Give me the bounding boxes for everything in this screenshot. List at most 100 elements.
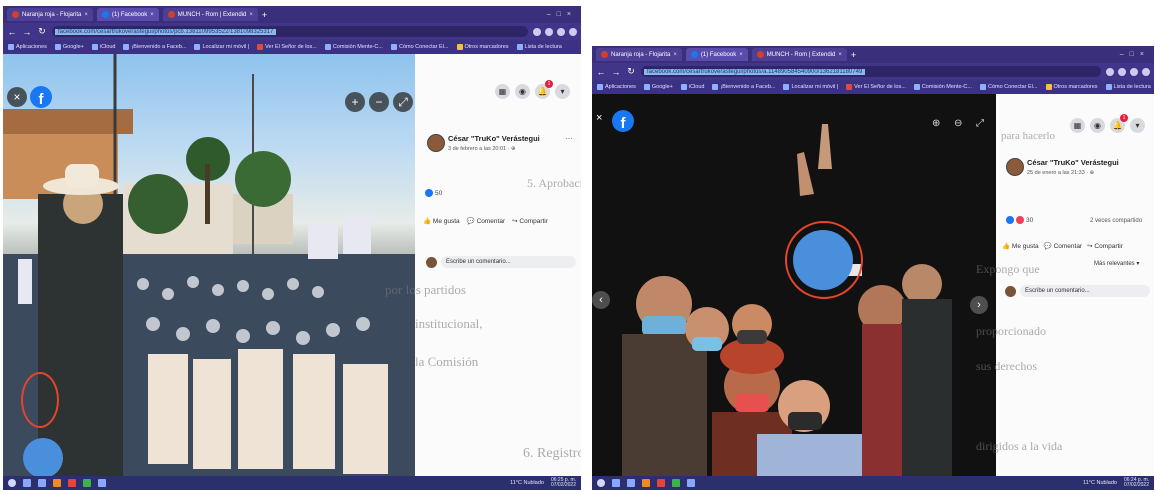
comment-input[interactable]: Escribe un comentario... <box>441 256 576 268</box>
bookmark-item[interactable]: Google+ <box>54 44 84 50</box>
close-tab-icon[interactable]: × <box>249 12 253 18</box>
system-clock[interactable]: 06:25 p. m. 07/02/2022 <box>551 477 576 489</box>
browser-tab-facebook[interactable]: (1) Facebook × <box>96 8 159 21</box>
photo-viewer[interactable]: × f + − ⤢ <box>3 54 415 476</box>
close-tab-icon[interactable]: × <box>84 12 88 18</box>
photo-viewer[interactable]: f × ⊕ ⊖ ⤢ ‹ › <box>592 94 996 476</box>
menu-icon[interactable] <box>1142 67 1150 76</box>
bookmark-item[interactable]: Comisión Mente-C... <box>324 44 383 50</box>
window-controls[interactable]: –□× <box>547 11 577 18</box>
system-clock[interactable]: 06:24 p. m. 07/02/2022 <box>1124 477 1149 489</box>
bookmark-item[interactable]: iCloud <box>680 84 704 90</box>
address-bar[interactable]: facebook.com/cesartrukoverastegui/photos… <box>641 66 1101 77</box>
reaction-count[interactable]: 50 <box>425 189 442 197</box>
browser-tab-facebook[interactable]: (1) Facebook × <box>685 48 748 61</box>
weather-status[interactable]: 11°C Nublado <box>510 480 544 486</box>
messenger-icon[interactable]: ◉ <box>1090 118 1105 133</box>
post-author[interactable]: César "TruKo" Verástegui <box>448 134 540 143</box>
bookmark-item[interactable]: Localizar mi móvil | <box>783 84 838 90</box>
bookmark-item[interactable]: Otros marcadores <box>1045 84 1098 90</box>
post-date[interactable]: 3 de febrero a las 20:01 · ⊕ <box>448 146 516 152</box>
reload-icon[interactable]: ↻ <box>626 66 636 77</box>
bookmark-item[interactable]: Ver El Señor de los... <box>846 84 906 90</box>
reload-icon[interactable]: ↻ <box>37 26 47 37</box>
bookmark-item[interactable]: Lista de lectura <box>516 44 562 50</box>
new-tab-button[interactable]: + <box>262 10 267 20</box>
new-tab-button[interactable]: + <box>851 50 856 60</box>
bookmark-item[interactable]: Cómo Conectar El... <box>979 84 1038 90</box>
task-view-icon[interactable] <box>38 479 46 487</box>
extension-icon[interactable] <box>533 27 541 36</box>
bookmark-item[interactable]: Otros marcadores <box>456 44 509 50</box>
bookmark-item[interactable]: Aplicaciones <box>8 44 47 50</box>
close-viewer-icon[interactable]: × <box>7 87 27 107</box>
fullscreen-icon[interactable]: ⤢ <box>976 118 984 129</box>
comment-input[interactable]: Escribe un comentario... <box>1020 285 1150 297</box>
star-icon[interactable] <box>545 27 553 36</box>
search-icon[interactable] <box>23 479 31 487</box>
window-controls[interactable]: –□× <box>1120 51 1150 58</box>
forward-icon[interactable]: → <box>22 27 32 37</box>
star-icon[interactable] <box>1118 67 1126 76</box>
search-icon[interactable] <box>612 479 620 487</box>
bookmark-item[interactable]: Ver El Señor de los... <box>257 44 317 50</box>
fullscreen-icon[interactable]: ⤢ <box>393 92 413 112</box>
task-view-icon[interactable] <box>627 479 635 487</box>
forward-icon[interactable]: → <box>611 67 621 77</box>
post-author[interactable]: César "TruKo" Verástegui <box>1027 158 1119 167</box>
browser-tab[interactable]: Naranja roja - Flojarita × <box>596 48 682 61</box>
previous-photo-icon[interactable]: ‹ <box>592 291 610 309</box>
zoom-in-icon[interactable]: ⊕ <box>932 118 940 129</box>
bookmark-item[interactable]: Comisión Mente-C... <box>913 84 972 90</box>
bookmark-item[interactable]: iCloud <box>91 44 115 50</box>
word-icon[interactable] <box>687 479 695 487</box>
close-tab-icon[interactable]: × <box>673 52 677 58</box>
app-icon[interactable] <box>68 479 76 487</box>
zoom-in-icon[interactable]: + <box>345 92 365 112</box>
start-icon[interactable] <box>597 479 605 487</box>
share-count[interactable]: 2 veces compartido <box>1090 218 1142 224</box>
bookmark-item[interactable]: Aplicaciones <box>597 84 636 90</box>
avatar[interactable] <box>427 134 445 152</box>
messenger-icon[interactable]: ◉ <box>515 84 530 99</box>
post-options-icon[interactable]: ··· <box>565 134 573 143</box>
browser-tab[interactable]: MUNCH - Rom | Extendid × <box>751 48 847 61</box>
menu-icon[interactable] <box>569 27 577 36</box>
notifications-icon[interactable]: 🔔 1 <box>1110 114 1128 133</box>
zoom-out-icon[interactable]: ⊖ <box>954 118 962 129</box>
address-bar[interactable]: facebook.com/cesartrukoverastegui/photos… <box>52 26 528 37</box>
avatar[interactable] <box>1006 158 1024 176</box>
chrome-icon[interactable] <box>83 479 91 487</box>
word-icon[interactable] <box>98 479 106 487</box>
bookmark-item[interactable]: ¡Bienvenido a Faceb... <box>123 44 186 50</box>
bookmark-item[interactable]: Localizar mi móvil | <box>194 44 249 50</box>
folder-icon[interactable] <box>53 479 61 487</box>
comment-sort-dropdown[interactable]: Más relevantes ▾ <box>1094 260 1139 267</box>
close-viewer-icon[interactable]: × <box>596 112 602 124</box>
back-icon[interactable]: ← <box>7 27 17 37</box>
comment-button[interactable]: 💬 Comentar <box>467 217 505 225</box>
extension-icon[interactable] <box>1106 67 1114 76</box>
profile-icon[interactable] <box>557 27 565 36</box>
close-tab-icon[interactable]: × <box>150 12 154 18</box>
app-icon[interactable] <box>657 479 665 487</box>
menu-grid-icon[interactable]: ▦ <box>1070 118 1085 133</box>
menu-grid-icon[interactable]: ▦ <box>495 84 510 99</box>
profile-icon[interactable] <box>1130 67 1138 76</box>
browser-tab[interactable]: Naranja roja - Flojarita × <box>7 8 93 21</box>
account-menu-icon[interactable]: ▾ <box>1130 118 1145 133</box>
bookmark-item[interactable]: Lista de lectura <box>1105 84 1151 90</box>
bookmark-item[interactable]: Google+ <box>643 84 673 90</box>
notifications-icon[interactable]: 🔔 1 <box>535 80 553 99</box>
zoom-out-icon[interactable]: − <box>369 92 389 112</box>
post-date[interactable]: 25 de enero a las 21:33 · ⊕ <box>1027 170 1094 176</box>
share-button[interactable]: ↪ Compartir <box>1087 242 1123 250</box>
reaction-count[interactable]: 30 <box>1006 216 1033 224</box>
share-button[interactable]: ↪ Compartir <box>512 217 548 225</box>
bookmark-item[interactable]: Cómo Conectar El... <box>390 44 449 50</box>
facebook-logo-icon[interactable]: f <box>30 86 52 108</box>
close-tab-icon[interactable]: × <box>739 52 743 58</box>
browser-tab[interactable]: MUNCH - Rom | Extendid × <box>162 8 258 21</box>
next-photo-icon[interactable]: › <box>970 296 988 314</box>
back-icon[interactable]: ← <box>596 67 606 77</box>
